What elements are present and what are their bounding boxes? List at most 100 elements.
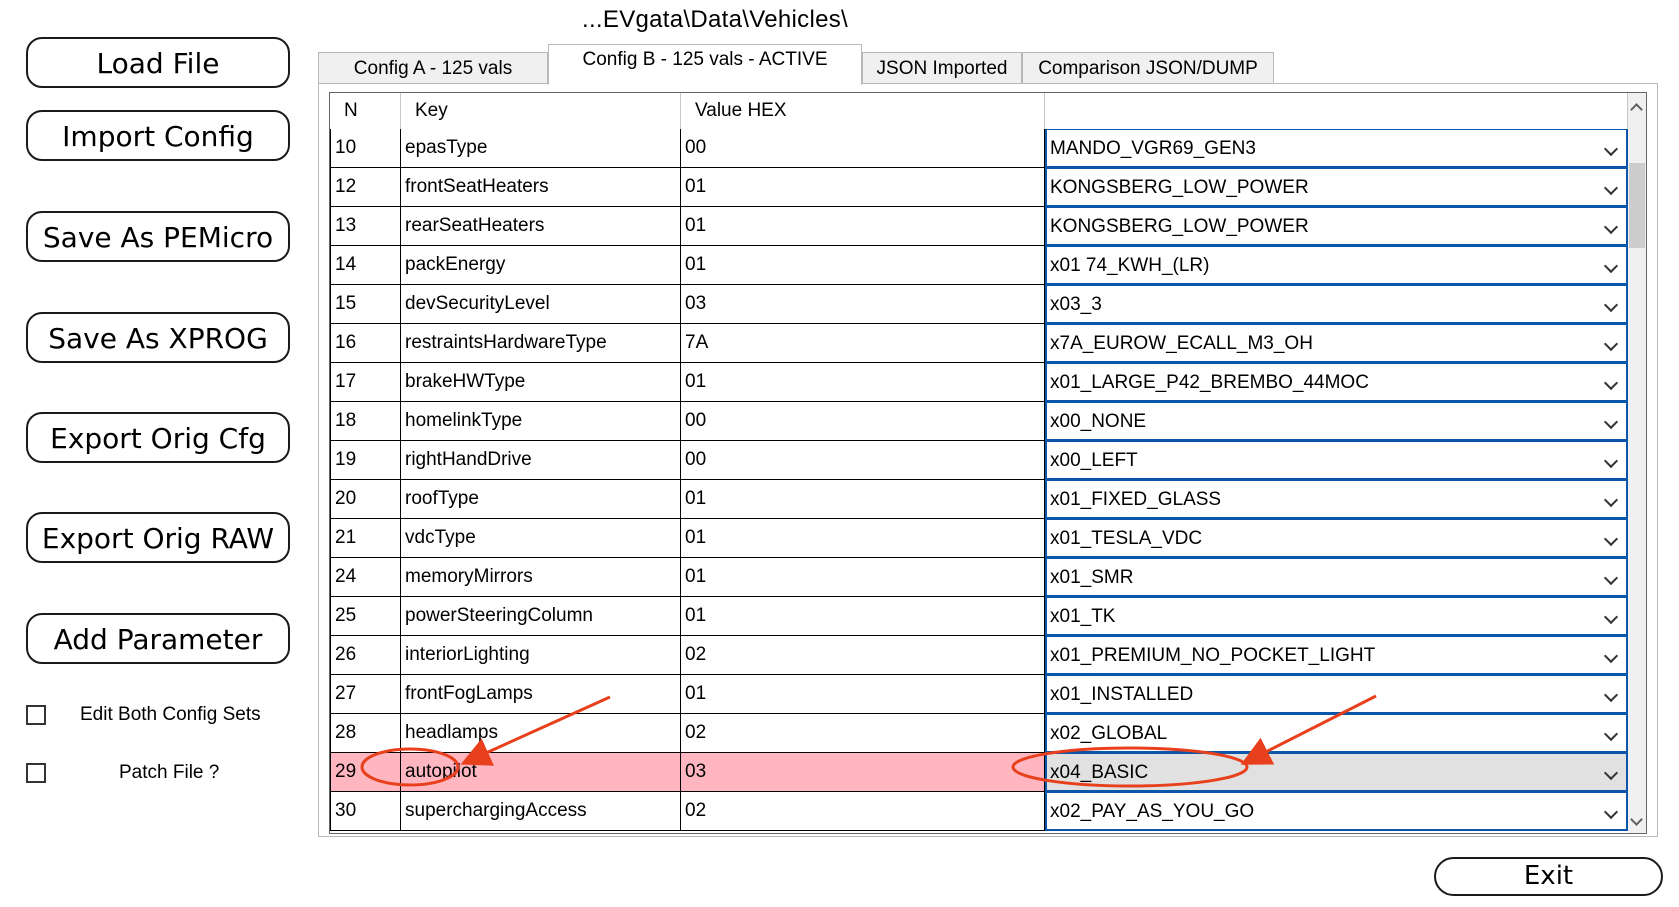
chevron-down-icon[interactable] [1603,453,1619,469]
chevron-down-icon[interactable] [1603,258,1619,274]
value-hex-cell[interactable]: 01 [681,480,1045,519]
value-dropdown[interactable]: x01_LARGE_P42_BREMBO_44MOC [1045,363,1628,402]
table-row[interactable]: 27 frontFogLamps 01 x01_INSTALLED [330,675,1628,714]
value-dropdown[interactable]: x01_TESLA_VDC [1045,519,1628,558]
row-number-cell[interactable]: 28 [330,714,401,753]
chevron-down-icon[interactable] [1603,726,1619,742]
value-dropdown[interactable]: x00_LEFT [1045,441,1628,480]
value-hex-cell[interactable]: 01 [681,168,1045,207]
value-dropdown[interactable]: KONGSBERG_LOW_POWER [1045,207,1628,246]
table-row[interactable]: 29 autopilot 03 x04_BASIC [330,753,1628,792]
table-row[interactable]: 21 vdcType 01 x01_TESLA_VDC [330,519,1628,558]
value-dropdown[interactable]: x01_FIXED_GLASS [1045,480,1628,519]
value-dropdown[interactable]: x01_PREMIUM_NO_POCKET_LIGHT [1045,636,1628,675]
row-number-cell[interactable]: 12 [330,168,401,207]
key-cell[interactable]: superchargingAccess [401,792,681,831]
tab-comparison-json-dump[interactable]: Comparison JSON/DUMP [1022,52,1274,84]
column-header[interactable]: Value HEX [681,93,1045,129]
key-cell[interactable]: packEnergy [401,246,681,285]
key-cell[interactable]: homelinkType [401,402,681,441]
value-hex-cell[interactable]: 01 [681,207,1045,246]
table-row[interactable]: 20 roofType 01 x01_FIXED_GLASS [330,480,1628,519]
chevron-down-icon[interactable] [1603,414,1619,430]
value-hex-cell[interactable]: 02 [681,714,1045,753]
table-row[interactable]: 16 restraintsHardwareType 7A x7A_EUROW_ECAL… [330,324,1628,363]
column-header[interactable]: Key [401,93,681,129]
row-number-cell[interactable]: 27 [330,675,401,714]
chevron-down-icon[interactable] [1603,375,1619,391]
key-cell[interactable]: devSecurityLevel [401,285,681,324]
value-hex-cell[interactable]: 00 [681,402,1045,441]
table-row[interactable]: 30 superchargingAccess 02 x02_PAY_AS_YOU_GO [330,792,1628,831]
key-cell[interactable]: brakeHWType [401,363,681,402]
chevron-down-icon[interactable] [1603,219,1619,235]
value-dropdown[interactable]: MANDO_VGR69_GEN3 [1045,129,1628,168]
row-number-cell[interactable]: 30 [330,792,401,831]
save-as-xprog-button[interactable]: Save As XPROG [26,312,290,363]
key-cell[interactable]: interiorLighting [401,636,681,675]
value-dropdown[interactable]: x7A_EUROW_ECALL_M3_OH [1045,324,1628,363]
row-number-cell[interactable]: 25 [330,597,401,636]
checkbox-label[interactable]: Edit Both Config Sets [80,704,261,726]
value-hex-cell[interactable]: 00 [681,129,1045,168]
value-dropdown[interactable]: x01_SMR [1045,558,1628,597]
row-number-cell[interactable]: 19 [330,441,401,480]
row-number-cell[interactable]: 13 [330,207,401,246]
table-row[interactable]: 26 interiorLighting 02 x01_PREMIUM_NO_POCKE… [330,636,1628,675]
scroll-down-icon[interactable] [1630,813,1643,826]
checkbox-label[interactable]: Patch File ? [119,762,219,784]
key-cell[interactable]: frontSeatHeaters [401,168,681,207]
row-number-cell[interactable]: 18 [330,402,401,441]
value-hex-cell[interactable]: 03 [681,753,1045,792]
row-number-cell[interactable]: 17 [330,363,401,402]
row-number-cell[interactable]: 15 [330,285,401,324]
table-row[interactable]: 28 headlamps 02 x02_GLOBAL [330,714,1628,753]
key-cell[interactable]: frontFogLamps [401,675,681,714]
key-cell[interactable]: powerSteeringColumn [401,597,681,636]
key-cell[interactable]: restraintsHardwareType [401,324,681,363]
chevron-down-icon[interactable] [1603,141,1619,157]
value-dropdown[interactable]: x01 74_KWH_(LR) [1045,246,1628,285]
value-hex-cell[interactable]: 00 [681,441,1045,480]
table-row[interactable]: 17 brakeHWType 01 x01_LARGE_P42_BREMBO_44MO… [330,363,1628,402]
value-hex-cell[interactable]: 02 [681,792,1045,831]
row-number-cell[interactable]: 29 [330,753,401,792]
row-number-cell[interactable]: 20 [330,480,401,519]
key-cell[interactable]: roofType [401,480,681,519]
table-row[interactable]: 24 memoryMirrors 01 x01_SMR [330,558,1628,597]
chevron-down-icon[interactable] [1603,492,1619,508]
scrollbar-thumb[interactable] [1629,163,1645,248]
chevron-down-icon[interactable] [1603,609,1619,625]
value-hex-cell[interactable]: 01 [681,597,1045,636]
patch-file-checkbox[interactable] [26,763,46,783]
value-hex-cell[interactable]: 01 [681,519,1045,558]
vertical-scrollbar[interactable] [1628,93,1646,833]
value-hex-cell[interactable]: 01 [681,363,1045,402]
table-row[interactable]: 14 packEnergy 01 x01 74_KWH_(LR) [330,246,1628,285]
exit-button[interactable]: Exit [1434,857,1663,896]
value-dropdown[interactable]: x01_TK [1045,597,1628,636]
value-hex-cell[interactable]: 03 [681,285,1045,324]
table-row[interactable]: 13 rearSeatHeaters 01 KONGSBERG_LOW_POWER [330,207,1628,246]
load-file-button[interactable]: Load File [26,37,290,88]
table-row[interactable]: 18 homelinkType 00 x00_NONE [330,402,1628,441]
chevron-down-icon[interactable] [1603,648,1619,664]
value-dropdown[interactable]: x00_NONE [1045,402,1628,441]
scroll-up-icon[interactable] [1630,103,1643,116]
key-cell[interactable]: autopilot [401,753,681,792]
key-cell[interactable]: vdcType [401,519,681,558]
tab-json-imported[interactable]: JSON Imported [862,52,1022,84]
table-row[interactable]: 19 rightHandDrive 00 x00_LEFT [330,441,1628,480]
value-dropdown[interactable]: x01_INSTALLED [1045,675,1628,714]
value-dropdown[interactable]: x02_PAY_AS_YOU_GO [1045,792,1628,831]
table-row[interactable]: 25 powerSteeringColumn 01 x01_TK [330,597,1628,636]
export-orig-raw-button[interactable]: Export Orig RAW [26,512,290,563]
add-parameter-button[interactable]: Add Parameter [26,613,290,664]
value-hex-cell[interactable]: 01 [681,246,1045,285]
chevron-down-icon[interactable] [1603,804,1619,820]
edit-both-config-sets-checkbox[interactable] [26,705,46,725]
import-config-button[interactable]: Import Config [26,110,290,161]
chevron-down-icon[interactable] [1603,180,1619,196]
value-dropdown[interactable]: KONGSBERG_LOW_POWER [1045,168,1628,207]
tab-config-a-125-vals[interactable]: Config A - 125 vals [318,52,548,84]
